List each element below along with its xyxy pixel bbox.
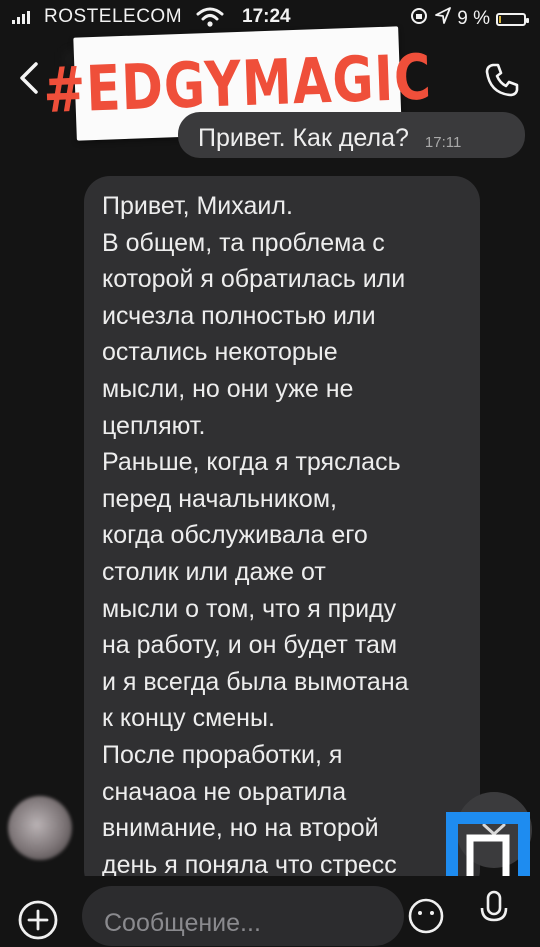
emoji-icon[interactable] xyxy=(406,896,446,936)
location-icon xyxy=(435,7,452,31)
message-line: мысли о том, что я приду xyxy=(102,594,397,623)
avatar[interactable] xyxy=(8,796,72,860)
message-line: и я всегда была вымотана xyxy=(102,667,409,696)
phone-icon[interactable] xyxy=(482,60,522,100)
outgoing-message[interactable]: Привет. Как дела? 17:11 xyxy=(178,112,525,158)
signal-icon xyxy=(12,10,30,24)
status-bar: ROSTELECOM 17:24 9 % xyxy=(0,0,540,34)
message-line: которой я обратилась или xyxy=(102,265,406,294)
message-line: Раньше, когда я тряслась xyxy=(102,448,401,477)
message-line: столик или даже от xyxy=(102,557,326,586)
incoming-message[interactable]: Привет, Михаил. В общем, та проблема с к… xyxy=(84,176,480,896)
message-line: После проработки, я xyxy=(102,740,343,769)
chevron-left-icon[interactable] xyxy=(14,60,46,96)
message-line: когда обслуживала его xyxy=(102,521,368,550)
message-line: на работу, и он будет там xyxy=(102,631,398,660)
message-line: остались некоторые xyxy=(102,338,338,367)
battery-fill xyxy=(499,15,501,23)
battery-icon xyxy=(496,12,529,26)
message-input[interactable] xyxy=(82,886,404,946)
rotation-lock-icon xyxy=(409,6,429,32)
message-line: исчезла полностью или xyxy=(102,301,376,330)
carrier-name: ROSTELECOM xyxy=(44,6,183,27)
message-line: к концу смены. xyxy=(102,704,275,733)
message-line: перед начальником, xyxy=(102,484,337,513)
battery-percent: 9 % xyxy=(457,8,490,29)
message-line: Привет, Михаил. xyxy=(102,192,293,220)
message-line: сначаоа не оьратила xyxy=(102,777,347,806)
status-time: 17:24 xyxy=(242,6,291,27)
wifi-icon xyxy=(196,6,224,34)
microphone-icon[interactable] xyxy=(478,888,510,928)
message-line: цепляют. xyxy=(102,411,206,440)
plus-circle-icon[interactable] xyxy=(16,898,60,942)
message-line: внимание, но на второй xyxy=(102,814,379,843)
outgoing-message-text: Привет. Как дела? xyxy=(198,123,409,152)
message-line: мысли, но они уже не xyxy=(102,374,354,403)
outgoing-message-time: 17:11 xyxy=(424,133,462,151)
message-line: В общем, та проблема с xyxy=(102,228,385,257)
